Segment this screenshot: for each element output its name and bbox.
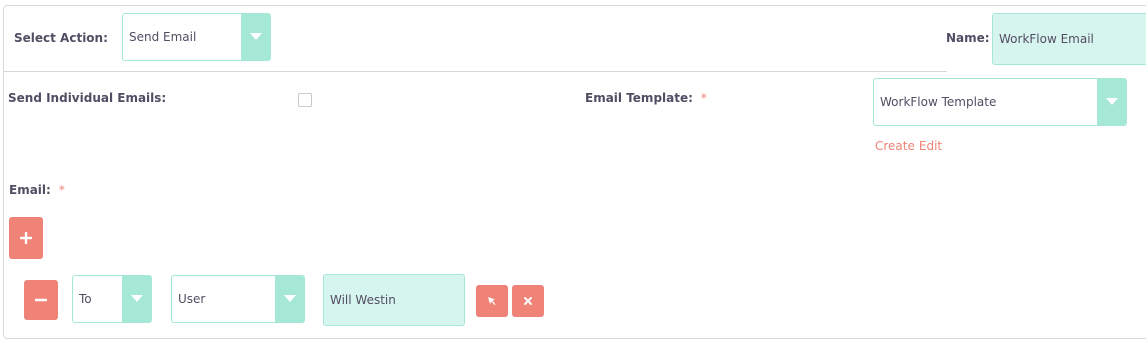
select-user-button[interactable] [476, 285, 508, 317]
create-template-link[interactable]: Create [875, 139, 915, 153]
template-links: Create Edit [875, 139, 946, 153]
remove-recipient-button[interactable] [24, 280, 58, 320]
email-template-label-text: Email Template: [585, 91, 693, 105]
edit-template-link[interactable]: Edit [919, 139, 942, 153]
select-action-dropdown[interactable]: Send Email [122, 13, 271, 61]
minus-icon [35, 298, 47, 302]
required-marker: * [58, 183, 65, 197]
add-recipient-button[interactable] [9, 217, 43, 259]
email-template-label: Email Template: * [585, 91, 707, 105]
chevron-down-icon [275, 276, 304, 322]
recipient-type-dropdown[interactable]: User [171, 275, 305, 323]
recipient-field-value: To [79, 292, 92, 306]
name-label: Name: [946, 31, 990, 45]
select-action-label: Select Action: [14, 31, 108, 45]
clear-user-button[interactable] [512, 285, 544, 317]
email-template-dropdown[interactable]: WorkFlow Template [873, 78, 1127, 126]
name-input[interactable]: WorkFlow Email [992, 13, 1146, 65]
chevron-down-icon [122, 276, 151, 322]
plus-icon [20, 232, 32, 244]
select-arrow-icon [488, 297, 496, 305]
required-marker: * [700, 91, 707, 105]
select-action-value: Send Email [129, 30, 197, 44]
close-icon [524, 297, 532, 305]
email-label: Email: * [9, 183, 65, 197]
chevron-down-icon [1097, 79, 1126, 125]
chevron-down-icon [241, 14, 270, 60]
recipient-user-input[interactable]: Will Westin [323, 274, 465, 326]
send-individual-emails-label: Send Individual Emails: [8, 91, 167, 105]
send-individual-emails-checkbox[interactable] [298, 93, 312, 107]
header-divider [3, 71, 947, 72]
recipient-type-value: User [178, 292, 206, 306]
recipient-field-dropdown[interactable]: To [72, 275, 152, 323]
email-template-value: WorkFlow Template [880, 95, 997, 109]
email-label-text: Email: [9, 183, 51, 197]
